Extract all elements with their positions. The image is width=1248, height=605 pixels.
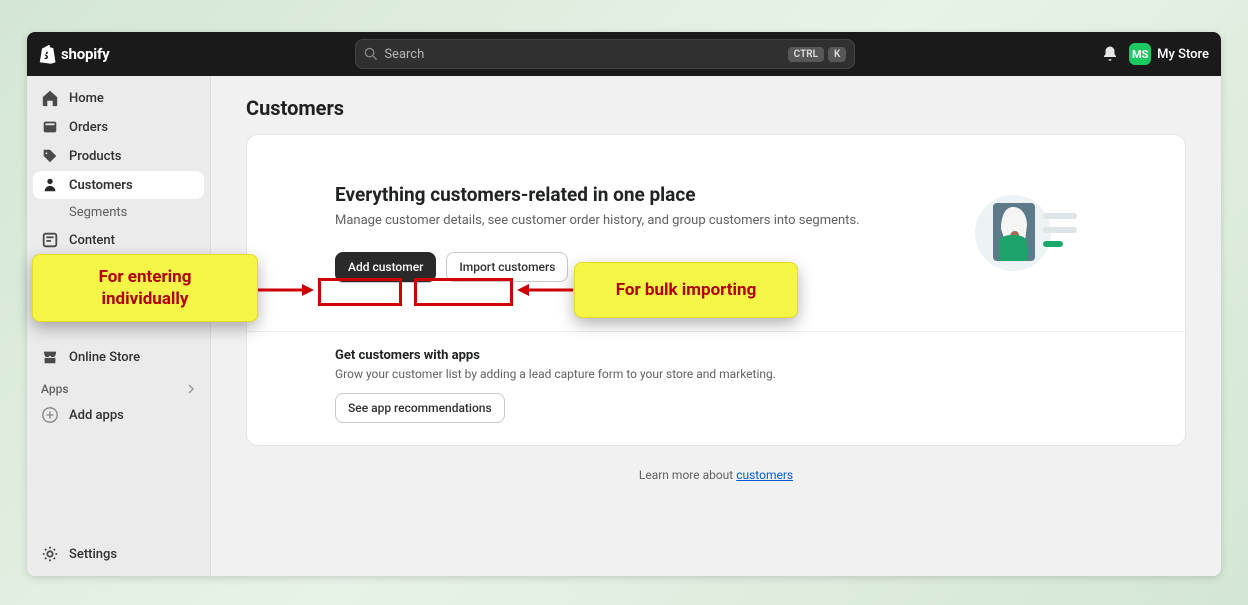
sidebar-item-customers[interactable]: Customers [33, 171, 204, 199]
hero-illustration [955, 183, 1115, 283]
content-icon [41, 231, 59, 249]
arrow-right [515, 280, 573, 300]
hero-title: Everything customers-related in one plac… [335, 183, 935, 206]
sidebar-item-label: Customers [69, 178, 133, 193]
online-store-icon [41, 348, 59, 366]
apps-cta: Get customers with apps Grow your custom… [247, 331, 1185, 445]
gear-icon [41, 545, 59, 563]
search-input[interactable]: Search CTRL K [355, 39, 855, 69]
sidebar-item-content[interactable]: Content [33, 226, 204, 254]
sidebar-item-home[interactable]: Home [33, 84, 204, 112]
sidebar-item-online-store[interactable]: Online Store [33, 343, 204, 371]
sidebar-item-label: Home [69, 91, 104, 106]
learn-more: Learn more about customers [246, 460, 1186, 488]
add-customer-button[interactable]: Add customer [335, 252, 436, 282]
products-icon [41, 147, 59, 165]
kbd-ctrl: CTRL [788, 47, 824, 62]
sidebar-settings[interactable]: Settings [33, 540, 204, 568]
sidebar: Home Orders Products Customers Segments … [27, 76, 211, 576]
sidebar-item-label: Products [69, 149, 121, 164]
plus-circle-icon [41, 406, 59, 424]
shopify-logo[interactable]: shopify [39, 44, 110, 64]
apps-cta-title: Get customers with apps [335, 348, 1097, 363]
hero-subtitle: Manage customer details, see customer or… [335, 212, 935, 230]
customer-illustration [975, 183, 1095, 283]
search-wrap: Search CTRL K [355, 39, 855, 69]
sidebar-item-label: Settings [69, 547, 117, 562]
topbar: shopify Search CTRL K MS My Store [27, 32, 1221, 76]
apps-cta-text: Grow your customer list by adding a lead… [335, 367, 1097, 381]
content-area: Customers Everything customers-related i… [211, 76, 1221, 576]
sidebar-item-label: Online Store [69, 350, 140, 365]
chevron-right-icon [186, 384, 196, 394]
customers-icon [41, 176, 59, 194]
store-switcher[interactable]: MS My Store [1129, 43, 1209, 65]
arrow-left [258, 280, 316, 300]
notifications-icon[interactable] [1101, 45, 1119, 63]
see-recs-button[interactable]: See app recommendations [335, 393, 505, 423]
sidebar-item-label: Orders [69, 120, 108, 135]
kbd-k: K [828, 47, 846, 62]
sidebar-item-label: Add apps [69, 408, 124, 423]
search-placeholder: Search [384, 47, 424, 62]
shopify-bag-icon [39, 44, 57, 64]
sidebar-item-orders[interactable]: Orders [33, 113, 204, 141]
import-customers-button[interactable]: Import customers [446, 252, 568, 282]
home-icon [41, 89, 59, 107]
sidebar-item-label: Content [69, 233, 115, 248]
store-name: My Store [1157, 47, 1209, 62]
sidebar-sub-segments[interactable]: Segments [33, 200, 204, 225]
callout-right: For bulk importing [574, 262, 798, 318]
search-icon [364, 47, 378, 61]
shell: Home Orders Products Customers Segments … [27, 76, 1221, 576]
learn-more-link[interactable]: customers [736, 468, 793, 482]
shopify-wordmark: shopify [61, 45, 110, 63]
page-title: Customers [246, 96, 1186, 120]
sidebar-apps-header[interactable]: Apps [33, 372, 204, 400]
sidebar-add-apps[interactable]: Add apps [33, 401, 204, 429]
topbar-right: MS My Store [1101, 43, 1209, 65]
store-badge: MS [1129, 43, 1151, 65]
search-kbd-hints: CTRL K [788, 47, 847, 62]
sidebar-item-products[interactable]: Products [33, 142, 204, 170]
callout-left: For entering individually [32, 254, 258, 322]
orders-icon [41, 118, 59, 136]
